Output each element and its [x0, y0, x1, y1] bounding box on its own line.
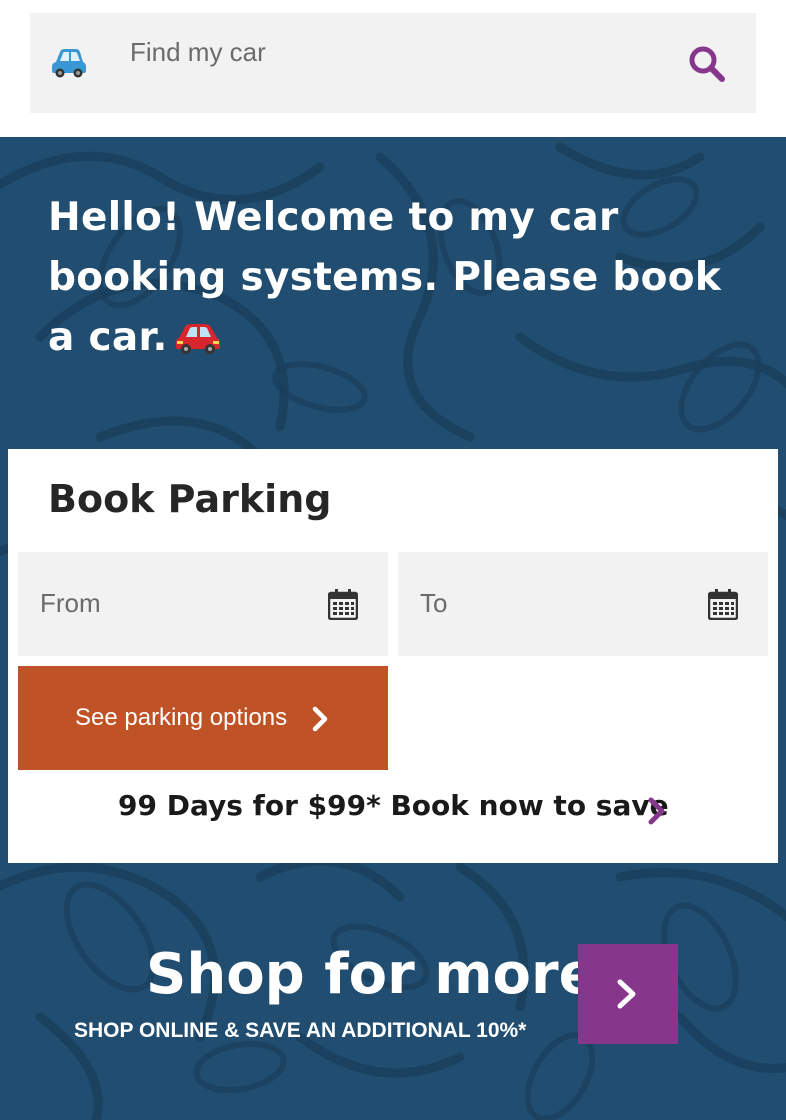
- booking-card: Book Parking From To See parking options…: [8, 449, 778, 863]
- top-search-bar: [0, 0, 786, 137]
- car-icon: [52, 49, 86, 78]
- chevron-right-icon[interactable]: [648, 797, 666, 825]
- chevron-right-icon: [312, 706, 328, 732]
- promo-link[interactable]: 99 Days for $99* Book now to save: [118, 789, 678, 833]
- search-input[interactable]: [130, 34, 650, 70]
- welcome-text: Hello! Welcome to my car booking systems…: [48, 195, 722, 360]
- from-label: From: [40, 588, 101, 618]
- chevron-right-icon: [617, 979, 636, 1009]
- see-parking-options-label: See parking options: [75, 704, 288, 731]
- to-label: To: [420, 588, 448, 618]
- shop-subtitle: SHOP ONLINE & SAVE AN ADDITIONAL 10%*: [74, 1019, 527, 1042]
- shop-title: Shop for more: [146, 942, 597, 1007]
- see-parking-options-button[interactable]: See parking options: [18, 666, 388, 770]
- from-date-field[interactable]: From: [18, 552, 388, 656]
- red-car-icon: [175, 324, 220, 354]
- to-date-field[interactable]: To: [398, 552, 768, 656]
- calendar-icon: [708, 589, 738, 620]
- calendar-icon: [328, 589, 358, 620]
- booking-title: Book Parking: [48, 477, 332, 521]
- welcome-heading: Hello! Welcome to my car booking systems…: [48, 188, 748, 368]
- shop-more-button[interactable]: [578, 944, 678, 1044]
- search-icon[interactable]: [687, 44, 727, 84]
